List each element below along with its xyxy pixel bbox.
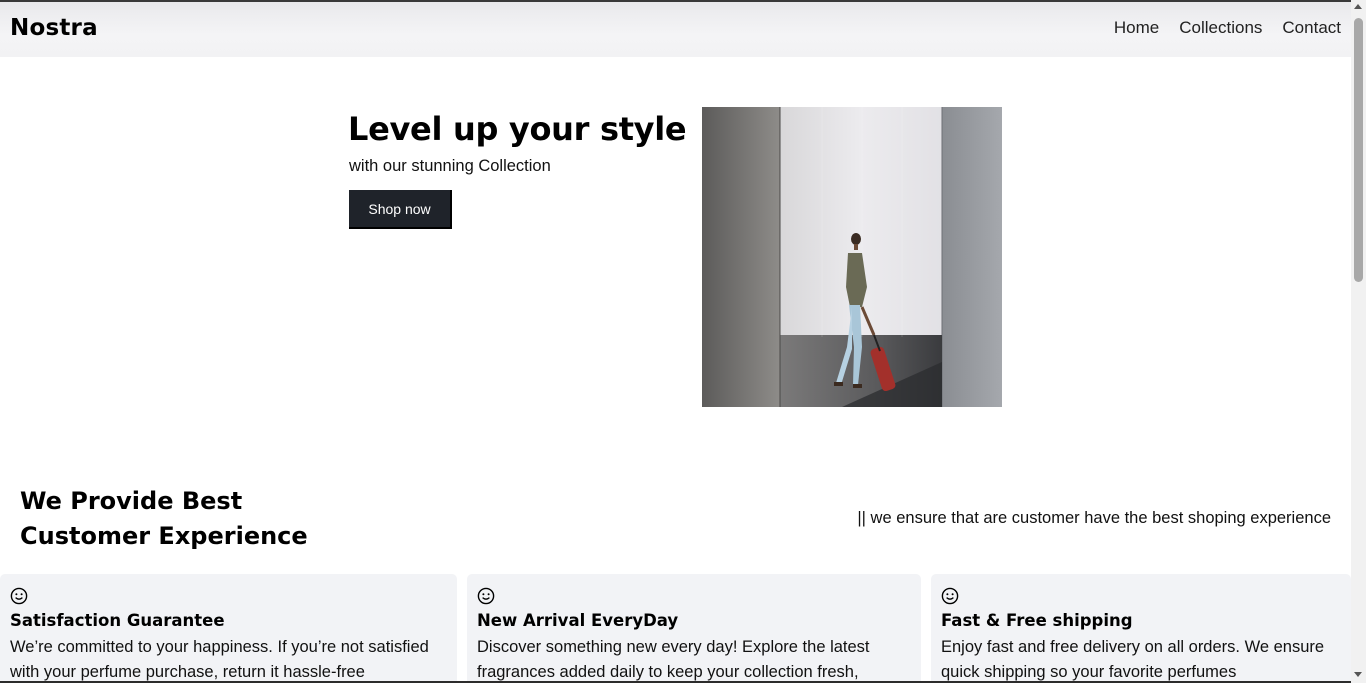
nav-links: Home Collections Contact	[1114, 18, 1341, 38]
feature-title: Satisfaction Guarantee	[10, 611, 225, 630]
feature-card-satisfaction: Satisfaction Guarantee We’re committed t…	[0, 574, 457, 683]
hero-subtitle: with our stunning Collection	[349, 157, 551, 175]
page: Nostra Home Collections Contact Level up…	[0, 0, 1351, 683]
scroll-up-arrow-icon[interactable]	[1354, 4, 1362, 9]
feature-title: New Arrival EveryDay	[477, 611, 679, 630]
hero-title: Level up your style	[348, 110, 687, 148]
feature-card-new-arrival: New Arrival EveryDay Discover something …	[467, 574, 921, 683]
feature-description: We’re committed to your happiness. If yo…	[10, 638, 429, 681]
nav-link-collections[interactable]: Collections	[1179, 18, 1262, 38]
section-tagline: || we ensure that are customer have the …	[857, 509, 1331, 527]
section-title: We Provide Best Customer Experience	[20, 487, 308, 550]
feature-description: Enjoy fast and free delivery on all orde…	[941, 638, 1325, 681]
shop-now-button[interactable]: Shop now	[349, 190, 452, 229]
navbar: Nostra Home Collections Contact	[0, 2, 1351, 57]
hero-image	[702, 107, 1002, 407]
smile-icon	[10, 587, 28, 605]
feature-card-shipping: Fast & Free shipping Enjoy fast and free…	[931, 574, 1351, 683]
nav-link-home[interactable]: Home	[1114, 18, 1159, 38]
feature-title: Fast & Free shipping	[941, 611, 1133, 630]
feature-description: Discover something new every day! Explor…	[477, 638, 870, 681]
woman-with-suitcase-illustration	[702, 107, 1002, 407]
vertical-scrollbar[interactable]	[1351, 0, 1366, 683]
smile-icon	[477, 587, 495, 605]
scroll-down-arrow-icon[interactable]	[1354, 672, 1362, 677]
brand-logo[interactable]: Nostra	[10, 15, 98, 41]
smile-icon	[941, 587, 959, 605]
scrollbar-thumb[interactable]	[1354, 18, 1363, 282]
nav-link-contact[interactable]: Contact	[1282, 18, 1341, 38]
